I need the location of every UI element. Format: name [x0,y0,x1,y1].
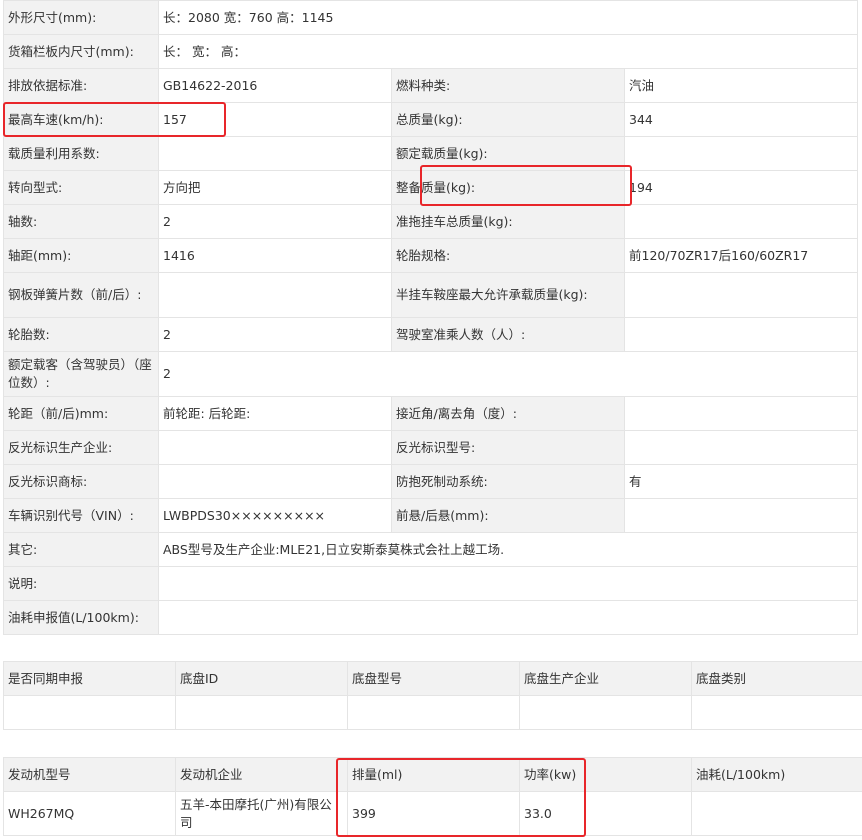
wheelbase-label: 轴距(mm): [3,238,159,273]
leaf-springs-label: 钢板弹簧片数（前/后）: [3,272,159,318]
reflector-maker-label: 反光标识生产企业: [3,430,159,465]
emission-value: GB14622-2016 [158,68,392,103]
approach-value [624,396,858,431]
chassis-cell [175,695,348,730]
other-label: 其它: [3,532,159,567]
fuel-reported-value [158,600,858,635]
chassis-cell [519,695,692,730]
passengers-label: 额定载客（含驾驶员）（座位数）: [3,351,159,397]
abs-label: 防抱死制动系统: [391,464,625,499]
other-value: ABS型号及生产企业:MLE21,日立安斯泰莫株式会社上越工场. [158,532,858,567]
notes-value [158,566,858,601]
fuel-type-value: 汽油 [624,68,858,103]
chassis-header: 底盘生产企业 [519,661,692,696]
chassis-cell [347,695,520,730]
trailer-mass-label: 准拖挂车总质量(kg): [391,204,625,239]
overhang-label: 前悬/后悬(mm): [391,498,625,533]
vehicle-spec-table: 外形尺寸(mm): 长：2080 宽：760 高：1145 货箱栏板内尺寸(mm… [3,0,858,635]
engine-model-value: WH267MQ [3,791,176,836]
dimensions-value: 长：2080 宽：760 高：1145 [158,0,858,35]
max-speed-value: 157 [158,102,392,137]
engine-fuel-value [691,791,862,836]
tires-label: 轮胎数: [3,317,159,352]
wheelbase-value: 1416 [158,238,392,273]
chassis-header: 底盘ID [175,661,348,696]
power-value: 33.0 [519,791,692,836]
tire-spec-label: 轮胎规格: [391,238,625,273]
overhang-value [624,498,858,533]
fuel-type-label: 燃料种类: [391,68,625,103]
rated-load-label: 额定载质量(kg): [391,136,625,171]
passengers-value: 2 [158,351,858,397]
track-value: 前轮距: 后轮距: [158,396,392,431]
fuel-reported-label: 油耗申报值(L/100km): [3,600,159,635]
engine-table: 发动机型号 发动机企业 排量(ml) 功率(kw) 油耗(L/100km) WH… [3,757,862,836]
chassis-header: 底盘型号 [347,661,520,696]
cab-seats-label: 驾驶室准乘人数（人）: [391,317,625,352]
chassis-header: 是否同期申报 [3,661,176,696]
engine-header: 功率(kw) [519,757,692,792]
axles-value: 2 [158,204,392,239]
engine-header: 油耗(L/100km) [691,757,862,792]
total-mass-value: 344 [624,102,858,137]
max-speed-label: 最高车速(km/h): [3,102,159,137]
reflector-brand-label: 反光标识商标: [3,464,159,499]
notes-label: 说明: [3,566,159,601]
load-util-value [158,136,392,171]
leaf-springs-value [158,272,392,318]
semi-trailer-label: 半挂车鞍座最大允许承载质量(kg): [391,272,625,318]
vin-label: 车辆识别代号（VIN）: [3,498,159,533]
vin-value: LWBPDS30××××××××× [158,498,392,533]
dimensions-label: 外形尺寸(mm): [3,0,159,35]
trailer-mass-value [624,204,858,239]
steering-label: 转向型式: [3,170,159,205]
engine-header: 发动机型号 [3,757,176,792]
reflector-brand-value [158,464,392,499]
axles-label: 轴数: [3,204,159,239]
track-label: 轮距（前/后)mm: [3,396,159,431]
cargo-box-label: 货箱栏板内尺寸(mm): [3,34,159,69]
reflector-maker-value [158,430,392,465]
total-mass-label: 总质量(kg): [391,102,625,137]
approach-label: 接近角/离去角（度）: [391,396,625,431]
engine-maker-value: 五羊-本田摩托(广州)有限公司 [175,791,348,836]
reflector-model-value [624,430,858,465]
cab-seats-value [624,317,858,352]
cargo-box-value: 长： 宽： 高： [158,34,858,69]
steering-value: 方向把 [158,170,392,205]
chassis-cell [3,695,176,730]
emission-label: 排放依据标准: [3,68,159,103]
load-util-label: 载质量利用系数: [3,136,159,171]
semi-trailer-value [624,272,858,318]
curb-mass-value: 194 [624,170,858,205]
rated-load-value [624,136,858,171]
reflector-model-label: 反光标识型号: [391,430,625,465]
displacement-value: 399 [347,791,520,836]
abs-value: 有 [624,464,858,499]
engine-header: 排量(ml) [347,757,520,792]
chassis-cell [691,695,862,730]
tire-spec-value: 前120/70ZR17后160/60ZR17 [624,238,858,273]
chassis-header: 底盘类别 [691,661,862,696]
engine-header: 发动机企业 [175,757,348,792]
tires-value: 2 [158,317,392,352]
curb-mass-label: 整备质量(kg): [391,170,625,205]
chassis-table: 是否同期申报 底盘ID 底盘型号 底盘生产企业 底盘类别 [3,661,862,730]
